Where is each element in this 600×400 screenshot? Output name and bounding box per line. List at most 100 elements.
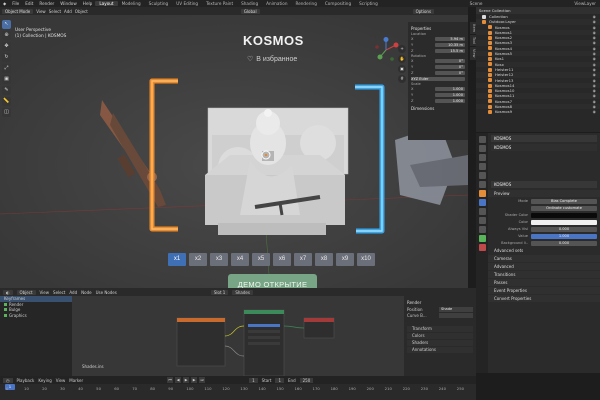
viewport-menu-select[interactable]: Select — [49, 9, 61, 14]
workspace-tab-sculpting[interactable]: Sculpting — [145, 1, 173, 6]
blend-dropdown[interactable]: Ordinate customate — [531, 205, 597, 211]
use-nodes-checkbox[interactable]: Use Nodes — [96, 290, 117, 295]
annotate-tool-icon[interactable]: ✎ — [2, 86, 11, 95]
next-key-icon[interactable]: ▶ — [191, 377, 198, 383]
scale-z-field[interactable]: 1.000 — [435, 98, 465, 103]
menu-edit[interactable]: Edit — [22, 1, 36, 6]
render-tab-icon[interactable] — [478, 145, 486, 152]
camera-icon[interactable]: ▣ — [398, 65, 406, 73]
jump-end-icon[interactable]: ⏭ — [199, 377, 206, 383]
workspace-tab-shading[interactable]: Shading — [237, 1, 262, 6]
node-object-dropdown[interactable]: Object — [16, 289, 36, 295]
workspace-tab-modeling[interactable]: Modeling — [118, 1, 145, 6]
playback-menu[interactable]: Playback — [17, 378, 35, 383]
viewport-menu-add[interactable]: Add — [64, 9, 72, 14]
workspace-tab-layout[interactable]: Layout — [95, 1, 118, 6]
shader-color-swatch[interactable] — [531, 212, 597, 218]
prev-key-icon[interactable]: ◀ — [175, 377, 182, 383]
timeline-view-menu[interactable]: View — [56, 378, 66, 383]
node-render-section[interactable]: Render — [407, 300, 473, 305]
node-editor-type-icon[interactable]: ◐ — [3, 289, 13, 295]
location-x-field[interactable]: 5.94 m — [435, 36, 465, 41]
timeline-ruler[interactable]: 1 0 10 20 30 40 50 60 70 80 90 100 110 120 130 140 150 1… — [0, 384, 476, 400]
always-visible-field[interactable]: 0.000 — [531, 226, 597, 232]
section-transitions[interactable]: Transitions — [488, 271, 600, 278]
color-swatch[interactable] — [531, 219, 597, 225]
cursor-tool-icon[interactable]: ⊕ — [2, 31, 11, 40]
jump-start-icon[interactable]: ⏮ — [167, 377, 174, 383]
node-menu-select[interactable]: Select — [53, 290, 65, 295]
multiplier-x4[interactable]: x4 — [231, 253, 249, 266]
visibility-eye-icon[interactable]: ◉ — [593, 109, 596, 114]
scene-tab-icon[interactable] — [478, 172, 486, 179]
workspace-tab-scripting[interactable]: Scripting — [355, 1, 382, 6]
3d-viewport[interactable]: User Perspective (1) Collection | KOSMOS… — [0, 15, 468, 288]
grid-icon[interactable]: # — [398, 75, 406, 83]
viewport-menu-object[interactable]: Object — [75, 9, 88, 14]
rotation-z-field[interactable]: 0° — [435, 70, 465, 75]
tool-tab-icon[interactable] — [478, 136, 486, 143]
demo-open-button[interactable]: ДЕМО ОТКРЫТИЕ — [228, 274, 317, 288]
curve-field[interactable] — [439, 313, 473, 318]
scene-selector[interactable]: Scene — [466, 1, 487, 6]
material-name-field[interactable]: KOSMOS — [491, 181, 597, 188]
scale-tool-icon[interactable]: ⤢ — [2, 64, 11, 73]
favorite-link[interactable]: ♡ В избранное — [247, 55, 297, 63]
section-advanced[interactable]: Advanced — [488, 263, 600, 270]
node-menu-view[interactable]: View — [40, 290, 50, 295]
node-menu-node[interactable]: Node — [81, 290, 91, 295]
workspace-tab-animation[interactable]: Animation — [262, 1, 291, 6]
view-layer-selector[interactable]: ViewLayer — [570, 1, 600, 6]
channel-graphics[interactable]: Graphics — [0, 313, 72, 319]
multiplier-x7[interactable]: x7 — [294, 253, 312, 266]
multiplier-x9[interactable]: x9 — [336, 253, 354, 266]
menu-window[interactable]: Window — [57, 1, 80, 6]
node-menu-add[interactable]: Add — [69, 290, 77, 295]
section-cameras[interactable]: Cameras — [488, 255, 600, 262]
modifier-tab-icon[interactable] — [478, 199, 486, 206]
section-convert-properties[interactable]: Convert Properties — [488, 295, 600, 302]
end-frame-field[interactable]: 250 — [299, 377, 314, 383]
menu-file[interactable]: File — [9, 1, 22, 6]
particles-tab-icon[interactable] — [478, 208, 486, 215]
workspace-tab-rendering[interactable]: Rendering — [291, 1, 320, 6]
rotation-x-field[interactable]: 0° — [435, 58, 465, 63]
location-y-field[interactable]: 10.35 m — [435, 42, 465, 47]
menu-render[interactable]: Render — [36, 1, 57, 6]
physics-tab-icon[interactable] — [478, 217, 486, 224]
annotations-subsection[interactable]: Annotations — [407, 347, 473, 353]
workspace-tab-compositing[interactable]: Compositing — [321, 1, 355, 6]
object-tab-icon[interactable] — [478, 190, 486, 197]
rotation-mode-dropdown[interactable]: XYZ Euler — [411, 76, 465, 81]
mode-dropdown[interactable]: Bias Complete — [531, 198, 597, 204]
select-tool-icon[interactable]: ↖ — [2, 20, 11, 29]
current-frame-field[interactable]: 1 — [249, 377, 258, 383]
marker-menu[interactable]: Marker — [69, 378, 83, 383]
scale-y-field[interactable]: 1.000 — [435, 92, 465, 97]
material-tab-icon[interactable] — [478, 244, 486, 251]
position-field[interactable]: Shade — [439, 307, 473, 312]
background-field[interactable]: 0.000 — [531, 240, 597, 246]
workspace-tab-uv-editing[interactable]: UV Editing — [172, 1, 202, 6]
scale-x-field[interactable]: 1.000 — [435, 86, 465, 91]
measure-tool-icon[interactable]: 📏 — [2, 97, 11, 106]
rotate-tool-icon[interactable]: ↻ — [2, 53, 11, 62]
shader-node-canvas[interactable]: Shades.ins — [72, 296, 404, 376]
start-frame-field[interactable]: 1 — [275, 377, 284, 383]
transform-subsection[interactable]: Transform — [407, 326, 473, 332]
slot-dropdown[interactable]: Slot 1 — [210, 289, 229, 295]
timeline-type-icon[interactable]: ◷ — [3, 377, 13, 383]
transform-tool-icon[interactable]: ▣ — [2, 75, 11, 84]
keying-menu[interactable]: Keying — [38, 378, 51, 383]
multiplier-x3[interactable]: x3 — [210, 253, 228, 266]
data-tab-icon[interactable] — [478, 235, 486, 242]
material-slot-field[interactable]: KOSMOS — [491, 144, 597, 151]
multiplier-x10[interactable]: x10 — [357, 253, 375, 266]
shaders-subsection[interactable]: Shaders — [407, 340, 473, 346]
multiplier-x5[interactable]: x5 — [252, 253, 270, 266]
viewport-menu-view[interactable]: View — [36, 9, 46, 14]
move-tool-icon[interactable]: ✥ — [2, 42, 11, 51]
multiplier-x8[interactable]: x8 — [315, 253, 333, 266]
multiplier-x2[interactable]: x2 — [189, 253, 207, 266]
section-event-properties[interactable]: Event Properties — [488, 287, 600, 294]
